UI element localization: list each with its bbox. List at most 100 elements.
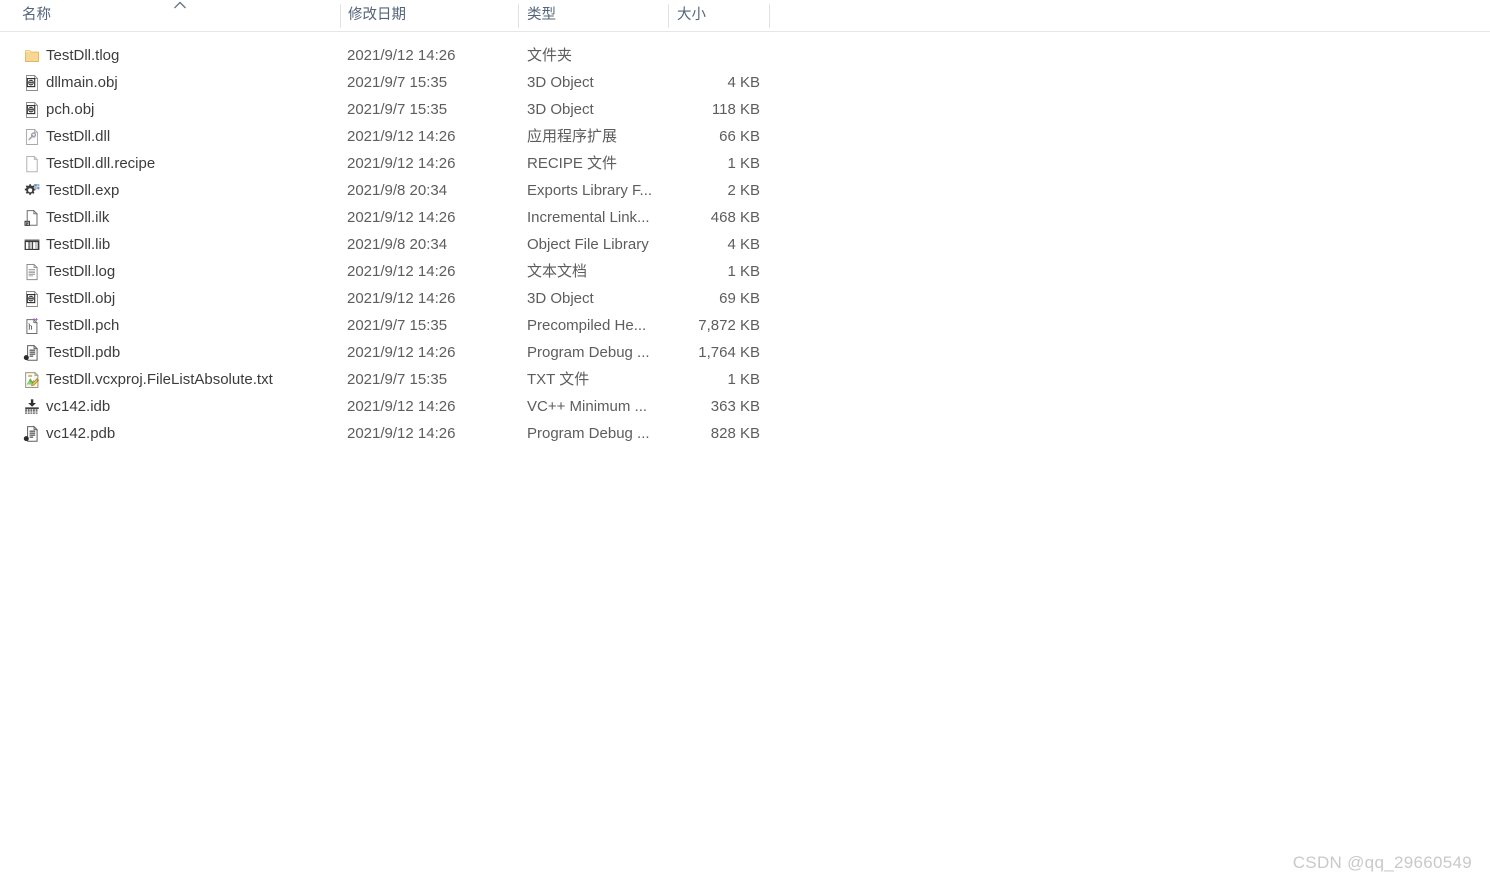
file-modified-date: 2021/9/12 14:26 bbox=[347, 425, 456, 442]
3d-object-icon bbox=[23, 290, 41, 308]
linker-document-icon bbox=[23, 209, 41, 227]
file-modified-date: 2021/9/12 14:26 bbox=[347, 47, 456, 64]
file-modified-date: 2021/9/7 15:35 bbox=[347, 317, 448, 334]
file-size: 118 KB bbox=[711, 101, 760, 118]
file-modified-date: 2021/9/12 14:26 bbox=[347, 128, 456, 145]
column-header-name-label: 名称 bbox=[22, 7, 51, 23]
file-name: TestDll.pch bbox=[46, 317, 120, 334]
file-type: 3D Object bbox=[527, 74, 594, 91]
file-name: TestDll.pdb bbox=[46, 344, 121, 361]
file-name: TestDll.lib bbox=[46, 236, 111, 253]
file-size bbox=[655, 42, 760, 69]
file-size: 4 KB bbox=[727, 74, 760, 91]
file-size: 69 KB bbox=[719, 290, 760, 307]
file-type: Incremental Link... bbox=[527, 209, 650, 226]
file-list: TestDll.tlog 2021/9/12 14:26 文件夹 dllmain.o… bbox=[0, 42, 1490, 447]
program-debug-icon bbox=[23, 344, 41, 362]
file-row[interactable]: h TestDll.pch 2021/9/7 15:35 Precompiled H… bbox=[0, 312, 1490, 339]
precompiled-header-icon: h bbox=[23, 317, 41, 335]
file-row[interactable]: TestDll.dll.recipe 2021/9/12 14:26 RECIPE … bbox=[0, 150, 1490, 177]
file-size: 828 KB bbox=[710, 425, 760, 442]
file-name: TestDll.ilk bbox=[46, 209, 110, 226]
file-modified-date: 2021/9/12 14:26 bbox=[347, 155, 456, 172]
file-row[interactable]: TestDll.dll 2021/9/12 14:26 应用程序扩展 66 KB bbox=[0, 123, 1490, 150]
file-type: Program Debug ... bbox=[527, 344, 650, 361]
file-name: TestDll.vcxproj.FileListAbsolute.txt bbox=[46, 371, 273, 388]
file-type: 3D Object bbox=[527, 290, 594, 307]
column-divider[interactable] bbox=[518, 4, 519, 28]
column-divider[interactable] bbox=[769, 4, 770, 28]
file-type: Program Debug ... bbox=[527, 425, 650, 442]
file-name: TestDll.exp bbox=[46, 182, 120, 199]
file-size: 1 KB bbox=[727, 155, 760, 172]
file-row[interactable]: TestDll.pdb 2021/9/12 14:26 Program Debug … bbox=[0, 339, 1490, 366]
file-size: 468 KB bbox=[710, 209, 760, 226]
file-name: pch.obj bbox=[46, 101, 95, 118]
file-modified-date: 2021/9/7 15:35 bbox=[347, 74, 448, 91]
column-header-date-label: 修改日期 bbox=[348, 7, 406, 23]
file-size: 1,764 KB bbox=[698, 344, 760, 361]
file-row[interactable]: TestDll.ilk 2021/9/12 14:26 Incremental Li… bbox=[0, 204, 1490, 231]
file-name: TestDll.dll.recipe bbox=[46, 155, 156, 172]
3d-object-icon bbox=[23, 74, 41, 92]
file-row[interactable]: TestDll.lib 2021/9/8 20:34 Object File Lib… bbox=[0, 231, 1490, 258]
file-type: 文本文档 bbox=[527, 263, 588, 280]
file-name: vc142.pdb bbox=[46, 425, 116, 442]
text-document-icon bbox=[23, 263, 41, 281]
idb-database-icon bbox=[23, 398, 41, 416]
folder-icon bbox=[23, 47, 41, 65]
column-divider[interactable] bbox=[340, 4, 341, 28]
file-type: Exports Library F... bbox=[527, 182, 653, 199]
sort-ascending-icon bbox=[172, 0, 188, 10]
file-name: dllmain.obj bbox=[46, 74, 118, 91]
file-type: RECIPE 文件 bbox=[527, 155, 618, 172]
file-modified-date: 2021/9/12 14:26 bbox=[347, 209, 456, 226]
file-modified-date: 2021/9/7 15:35 bbox=[347, 371, 448, 388]
file-type: Precompiled He... bbox=[527, 317, 647, 334]
file-size: 363 KB bbox=[710, 398, 760, 415]
column-header-size[interactable]: 大小 bbox=[677, 0, 763, 31]
file-name: vc142.idb bbox=[46, 398, 111, 415]
column-header-date[interactable]: 修改日期 bbox=[348, 0, 508, 31]
file-modified-date: 2021/9/8 20:34 bbox=[347, 182, 448, 199]
file-modified-date: 2021/9/12 14:26 bbox=[347, 344, 456, 361]
file-size: 7,872 KB bbox=[698, 317, 760, 334]
file-size: 4 KB bbox=[727, 236, 760, 253]
file-row[interactable]: vc142.idb 2021/9/12 14:26 VC++ Minimum ...… bbox=[0, 393, 1490, 420]
file-size: 2 KB bbox=[727, 182, 760, 199]
library-icon bbox=[23, 236, 41, 254]
blank-document-icon bbox=[23, 155, 41, 173]
file-type: TXT 文件 bbox=[527, 371, 590, 388]
file-row[interactable]: TestDll.exp 2021/9/8 20:34 Exports Library… bbox=[0, 177, 1490, 204]
csdn-watermark: CSDN @qq_29660549 bbox=[1292, 853, 1472, 872]
txt-editor-icon bbox=[23, 371, 41, 389]
file-size: 1 KB bbox=[727, 263, 760, 280]
file-row[interactable]: TestDll.vcxproj.FileListAbsolute.txt 2021… bbox=[0, 366, 1490, 393]
file-type: 应用程序扩展 bbox=[527, 128, 618, 145]
gears-icon bbox=[23, 182, 41, 200]
file-row[interactable]: vc142.pdb 2021/9/12 14:26 Program Debug ..… bbox=[0, 420, 1490, 447]
file-list-header: 名称 修改日期 类型 大小 bbox=[0, 0, 1490, 32]
file-modified-date: 2021/9/7 15:35 bbox=[347, 101, 448, 118]
file-name: TestDll.obj bbox=[46, 290, 116, 307]
file-type: Object File Library bbox=[527, 236, 649, 253]
column-divider[interactable] bbox=[668, 4, 669, 28]
program-debug-icon bbox=[23, 425, 41, 443]
file-type: 3D Object bbox=[527, 101, 594, 118]
file-modified-date: 2021/9/12 14:26 bbox=[347, 263, 456, 280]
file-name: TestDll.dll bbox=[46, 128, 111, 145]
file-row[interactable]: pch.obj 2021/9/7 15:35 3D Object 118 KB bbox=[0, 96, 1490, 123]
file-modified-date: 2021/9/8 20:34 bbox=[347, 236, 448, 253]
file-row[interactable]: TestDll.obj 2021/9/12 14:26 3D Object 69 KB bbox=[0, 285, 1490, 312]
file-type: 文件夹 bbox=[527, 47, 573, 64]
file-row[interactable]: TestDll.tlog 2021/9/12 14:26 文件夹 bbox=[0, 42, 1490, 69]
file-row[interactable]: TestDll.log 2021/9/12 14:26 文本文档 1 KB bbox=[0, 258, 1490, 285]
file-name: TestDll.tlog bbox=[46, 47, 120, 64]
dll-icon bbox=[23, 128, 41, 146]
file-modified-date: 2021/9/12 14:26 bbox=[347, 290, 456, 307]
file-size: 66 KB bbox=[719, 128, 760, 145]
column-header-type[interactable]: 类型 bbox=[527, 0, 659, 31]
column-header-size-label: 大小 bbox=[677, 7, 706, 23]
file-row[interactable]: dllmain.obj 2021/9/7 15:35 3D Object 4 KB bbox=[0, 69, 1490, 96]
3d-object-icon bbox=[23, 101, 41, 119]
